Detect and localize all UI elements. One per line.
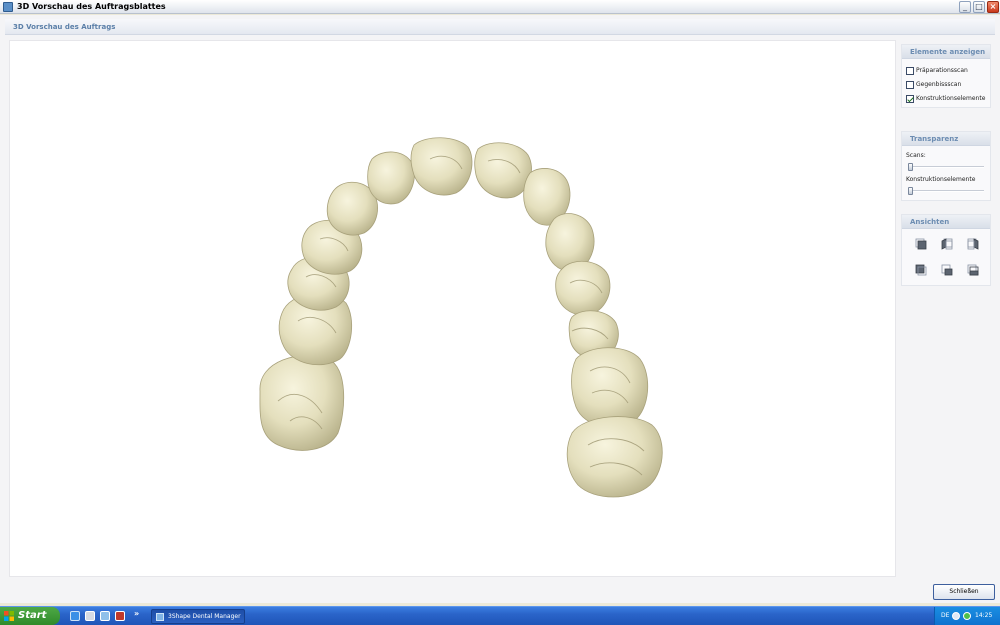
minimize-button[interactable]: _: [959, 1, 971, 13]
view-right-icon[interactable]: [966, 237, 980, 251]
views-title: Ansichten: [902, 215, 990, 229]
taskbar-item-dental-manager[interactable]: 3Shape Dental Manager: [151, 609, 245, 624]
transparency-group: Transparenz Scans: Konstruktionselemente: [901, 131, 991, 201]
scans-slider-label: Scans:: [906, 152, 926, 159]
page-title: 3D Vorschau des Auftrags: [13, 23, 116, 31]
scans-transparency-slider[interactable]: [908, 163, 984, 171]
show-elements-group: Elemente anzeigen Präparationsscan Gegen…: [901, 44, 991, 108]
tooth-left-incisor-1: [410, 137, 473, 196]
network-tray-icon[interactable]: [963, 612, 971, 620]
desktop-quicklaunch-icon[interactable]: [85, 611, 95, 621]
app-quicklaunch-icon[interactable]: [115, 611, 125, 621]
tooth-right-premolar-1: [555, 261, 611, 316]
side-panel: Elemente anzeigen Präparationsscan Gegen…: [899, 40, 995, 577]
maximize-button[interactable]: □: [973, 1, 985, 13]
explorer-quicklaunch-icon[interactable]: [100, 611, 110, 621]
preview-dialog: 3D Vorschau des Auftrags Elemente anzeig…: [0, 15, 1000, 603]
checkbox-design-elements[interactable]: Konstruktionselemente: [906, 93, 985, 104]
scans-slider-thumb[interactable]: [908, 163, 913, 171]
transparency-title: Transparenz: [902, 132, 990, 146]
view-top-icon[interactable]: [914, 263, 928, 277]
window-title: 3D Vorschau des Auftragsblattes: [17, 2, 166, 11]
quicklaunch-more-icon[interactable]: »: [134, 609, 139, 618]
tooth-right-incisor-1: [474, 142, 532, 199]
taskbar: Start » 3Shape Dental Manager DE 14:25: [0, 606, 1000, 625]
design-elements-label: Konstruktionselemente: [916, 95, 986, 102]
system-tray: DE 14:25: [934, 607, 1000, 625]
start-button[interactable]: Start: [0, 607, 60, 625]
close-window-button[interactable]: ×: [987, 1, 999, 13]
checkbox-antagonist-scan[interactable]: Gegenbissscan: [906, 79, 961, 90]
preparation-scan-label: Präparationsscan: [916, 67, 968, 74]
tooth-right-molar-1: [571, 347, 649, 428]
clock-tray-icon[interactable]: [952, 612, 960, 620]
view-left-icon[interactable]: [940, 237, 954, 251]
view-front-icon[interactable]: [914, 237, 928, 251]
3d-viewport[interactable]: [9, 40, 896, 577]
taskbar-item-label: 3Shape Dental Manager: [168, 613, 241, 620]
start-label: Start: [18, 610, 47, 621]
view-bottom-icon[interactable]: [940, 263, 954, 277]
elements-slider-thumb[interactable]: [908, 187, 913, 195]
language-indicator[interactable]: DE: [941, 612, 949, 619]
header-strip: 3D Vorschau des Auftrags: [5, 19, 995, 35]
tooth-left-molar-2: [259, 355, 345, 451]
antagonist-scan-label: Gegenbissscan: [916, 81, 962, 88]
design-elements-checkbox[interactable]: [906, 94, 914, 103]
title-bar: 3D Vorschau des Auftragsblattes _ □ ×: [0, 0, 1000, 14]
views-group: Ansichten: [901, 214, 991, 286]
close-button[interactable]: Schließen: [933, 584, 995, 600]
app-icon: [3, 2, 13, 12]
browser-quicklaunch-icon[interactable]: [70, 611, 80, 621]
windows-logo-icon: [4, 611, 14, 621]
tooth-left-incisor-2: [367, 151, 415, 205]
tray-clock: 14:25: [975, 612, 993, 619]
preparation-scan-checkbox[interactable]: [906, 66, 914, 75]
antagonist-scan-checkbox[interactable]: [906, 80, 914, 89]
dental-arch-model: [259, 137, 663, 498]
tooth-right-molar-2: [566, 416, 663, 498]
checkbox-preparation-scan[interactable]: Präparationsscan: [906, 65, 968, 76]
dental-manager-icon: [156, 613, 164, 621]
show-elements-title: Elemente anzeigen: [902, 45, 990, 59]
elements-transparency-slider[interactable]: [908, 187, 984, 195]
view-back-icon[interactable]: [966, 263, 980, 277]
elements-slider-label: Konstruktionselemente: [906, 176, 976, 183]
